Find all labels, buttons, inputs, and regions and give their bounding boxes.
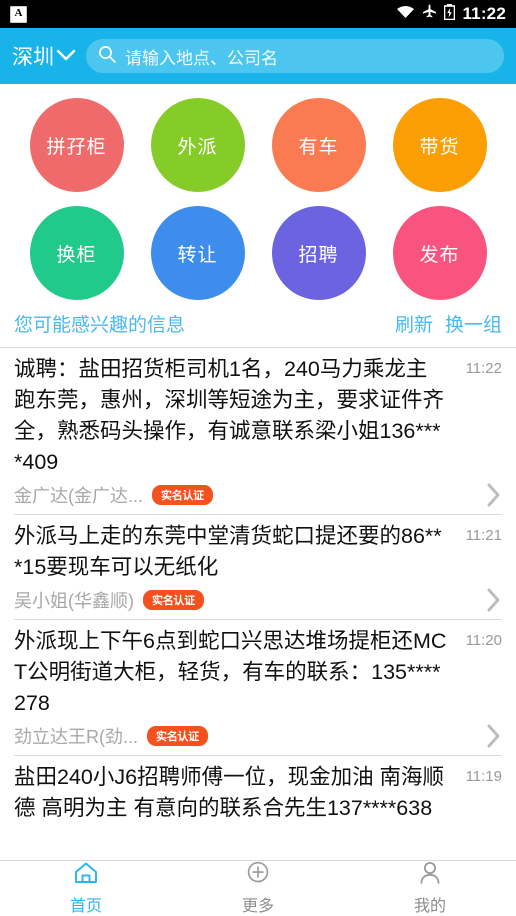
category-label: 招聘 [298,244,339,266]
tab-more-label: 更多 [241,898,274,915]
search-placeholder: 请输入地点、公司名 [125,48,278,68]
wifi-icon [396,4,415,24]
tab-profile[interactable]: 我的 [344,861,516,916]
search-icon [98,45,116,68]
person-icon [417,861,443,890]
status-bar-left: A [10,5,396,23]
category-circle: 拼孖柜 [29,98,124,192]
city-label: 深圳 [12,46,54,69]
feed-item-bottom: 劲立达王R(劲... 实名认证 [14,719,502,756]
plus-circle-icon [245,861,271,890]
category-daihuo[interactable]: 带货 [392,98,487,192]
verified-badge: 实名认证 [147,726,208,746]
category-zhaopin[interactable]: 招聘 [271,206,366,300]
feed-item-text: 外派马上走的东莞中堂清货蛇口提还要的86***15要现车可以无纸化 [14,524,442,579]
category-label: 发布 [419,244,460,266]
section-actions: 刷新 换一组 [395,310,502,337]
feed-item-text: 外派现上下午6点到蛇口兴思达堆场提柜还MCT公明街道大柜，轻货，有车的联系：13… [14,629,447,715]
feed-section-header: 您可能感兴趣的信息 刷新 换一组 [0,304,516,347]
category-label: 拼孖柜 [46,136,107,158]
verified-badge: 实名认证 [143,590,204,610]
verified-badge: 实名认证 [152,485,213,505]
category-label: 换柜 [56,244,97,266]
category-circle: 换柜 [29,206,124,300]
feed-item-text: 盐田240小J6招聘师傅一位，现金加油 南海顺德 高明为主 有意向的联系合先生1… [14,765,445,820]
category-circle: 外派 [150,98,245,192]
feed-item-author: 金广达(金广达... [14,486,143,506]
category-waipai[interactable]: 外派 [150,98,245,192]
home-icon [73,861,99,890]
tab-profile-label: 我的 [413,898,446,915]
category-circle: 招聘 [271,206,366,300]
feed-item-bottom: 金广达(金广达... 实名认证 [14,478,502,515]
category-circle: 有车 [271,98,366,192]
tab-home-label: 首页 [69,898,102,915]
app-header: 深圳 请输入地点、公司名 [0,28,516,84]
category-pinmagui[interactable]: 拼孖柜 [29,98,124,192]
feed-item-top: 诚聘：盐田招货柜司机1名，240马力乘龙主跑东莞，惠州，深圳等短途为主，要求证件… [14,354,502,478]
airplane-mode-icon [422,4,437,24]
category-circle: 发布 [392,206,487,300]
category-huangui[interactable]: 换柜 [29,206,124,300]
shuffle-button[interactable]: 换一组 [445,310,502,337]
chevron-right-icon[interactable] [486,482,502,508]
category-zhuanrang[interactable]: 转让 [150,206,245,300]
feed-item-time: 11:22 [465,360,502,377]
category-youche[interactable]: 有车 [271,98,366,192]
bottom-navigation: 首页 更多 我的 [0,860,516,916]
feed-item-top: 外派现上下午6点到蛇口兴思达堆场提柜还MCT公明街道大柜，轻货，有车的联系：13… [14,626,502,719]
category-circle: 转让 [150,206,245,300]
category-label: 转让 [177,244,218,266]
chevron-right-icon[interactable] [486,587,502,613]
chevron-down-icon [56,44,76,68]
status-bar-right: 11:22 [396,3,506,25]
feed-item[interactable]: 外派马上走的东莞中堂清货蛇口提还要的86***15要现车可以无纸化 11:21 … [0,515,516,620]
status-bar-clock: 11:22 [462,4,506,23]
app-root: A 11:22 深圳 请输入地点、公司名 拼孖柜 外派 有车 带货 换柜 转让 … [0,0,516,916]
search-input[interactable]: 请输入地点、公司名 [86,39,504,73]
feed-item-time: 11:21 [465,527,502,544]
category-label: 带货 [419,136,460,158]
feed-item[interactable]: 诚聘：盐田招货柜司机1名，240马力乘龙主跑东莞，惠州，深圳等短途为主，要求证件… [0,348,516,515]
feed-item-author: 吴小姐(华鑫顺) [14,591,134,611]
feed-item-text: 诚聘：盐田招货柜司机1名，240马力乘龙主跑东莞，惠州，深圳等短途为主，要求证件… [14,357,445,474]
section-title: 您可能感兴趣的信息 [14,315,186,336]
tab-home[interactable]: 首页 [0,861,172,916]
feed-scroll-area[interactable]: 诚聘：盐田招货柜司机1名，240马力乘龙主跑东莞，惠州，深圳等短途为主，要求证件… [0,347,516,839]
category-grid: 拼孖柜 外派 有车 带货 换柜 转让 招聘 发布 [0,84,516,304]
feed-item-time: 11:20 [465,632,502,649]
category-fabu[interactable]: 发布 [392,206,487,300]
chevron-right-icon[interactable] [486,723,502,749]
feed-item[interactable]: 外派现上下午6点到蛇口兴思达堆场提柜还MCT公明街道大柜，轻货，有车的联系：13… [0,620,516,756]
city-selector[interactable]: 深圳 [12,41,76,71]
feed-item[interactable]: 盐田240小J6招聘师傅一位，现金加油 南海顺德 高明为主 有意向的联系合先生1… [0,756,516,824]
feed-item-author: 劲立达王R(劲... [14,727,138,747]
refresh-button[interactable]: 刷新 [395,310,433,337]
status-bar: A 11:22 [0,0,516,28]
feed-item-top: 盐田240小J6招聘师傅一位，现金加油 南海顺德 高明为主 有意向的联系合先生1… [14,762,502,824]
tab-more[interactable]: 更多 [172,861,344,916]
feed-list: 诚聘：盐田招货柜司机1名，240马力乘龙主跑东莞，惠州，深圳等短途为主，要求证件… [0,347,516,824]
feed-item-bottom: 吴小姐(华鑫顺) 实名认证 [14,583,502,620]
feed-item-top: 外派马上走的东莞中堂清货蛇口提还要的86***15要现车可以无纸化 11:21 [14,521,502,583]
battery-charging-icon [444,3,456,25]
category-circle: 带货 [392,98,487,192]
notification-app-icon: A [10,5,27,23]
category-label: 有车 [298,136,339,158]
category-label: 外派 [177,136,218,158]
feed-item-time: 11:19 [465,768,502,785]
